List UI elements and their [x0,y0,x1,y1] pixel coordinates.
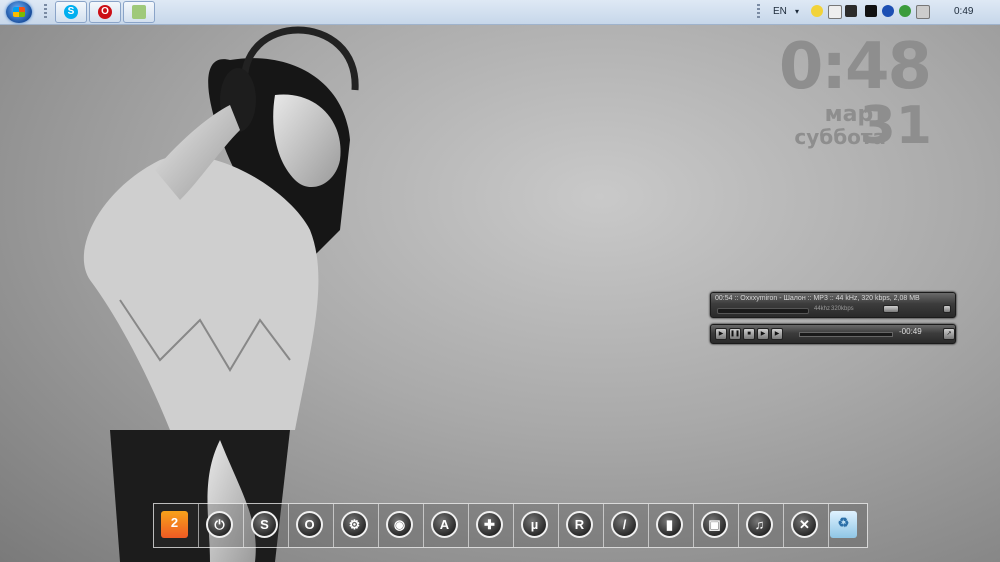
dock-item-utorrent[interactable]: µ [514,508,558,543]
dock-item-registry[interactable]: R [559,508,603,543]
start-button[interactable] [6,1,32,23]
dock-item-tools[interactable]: ✕ [784,508,828,543]
dock: 2 ⏻ S O ⚙ ◉ A ✚ µ R / ▮ ▣ ♫ ✕ ♻ [153,503,868,548]
dock-item-aimp[interactable]: A [424,508,468,543]
steam-icon[interactable] [845,5,857,17]
play-icon[interactable]: ▶ [757,328,769,340]
steam-icon: ⚙ [341,511,368,538]
dock-item-2gis[interactable]: 2 [154,508,198,543]
tray-grip[interactable] [757,4,760,20]
dock-item-power[interactable]: ⏻ [199,508,243,543]
clock-date: март суббота 31 [792,96,932,156]
equalizer-button[interactable] [883,305,899,313]
taskbar-file-manager-button[interactable] [123,1,155,23]
pause-icon[interactable]: ❚❚ [729,328,741,340]
next-icon[interactable]: ▶ [771,328,783,340]
clock-widget: 0:48 март суббота 31 [778,30,932,156]
registry-icon: R [566,511,593,538]
stop-icon[interactable]: ■ [743,328,755,340]
clock-time: 0:48 [778,30,932,104]
music-icon: ♫ [746,511,773,538]
dock-item-gamepad[interactable]: ✚ [469,508,513,543]
close-icon[interactable] [943,305,951,313]
network-icon[interactable] [916,5,930,19]
2gis-icon: 2 [161,511,188,538]
player-time-remaining: -00:49 [899,327,922,336]
norton-icon[interactable] [811,5,823,17]
clock-day: 31 [859,96,932,156]
player-samplerate: 44khz [814,306,831,312]
wallpaper-figure [83,26,359,562]
player-control-bar: ▶ ❚❚ ■ ▶ ▶ -00:49 ↗ [710,324,956,344]
prev-icon[interactable]: ▶ [715,328,727,340]
dock-item-skype[interactable]: S [244,508,288,543]
aimp-icon: A [431,511,458,538]
dock-item-book[interactable]: ▮ [649,508,693,543]
recycle-bin-icon: ♻ [830,511,857,538]
skype-icon: S [251,511,278,538]
player-track-title: 00:54 :: Oxxxymiron - Шалон :: MP3 :: 44… [715,295,920,302]
language-indicator[interactable]: EN [773,0,787,24]
dock-item-music[interactable]: ♫ [739,508,783,543]
opera-icon: O [98,5,112,19]
tools-icon: ✕ [791,511,818,538]
tray-expand-icon[interactable]: ▾ [795,0,799,24]
expand-icon[interactable]: ↗ [943,328,955,340]
windows-logo-icon [13,7,25,17]
phone-icon[interactable] [865,5,877,17]
skype-icon: S [64,5,78,19]
dock-item-recycle-bin[interactable]: ♻ [823,508,867,543]
taskbar-skype-button[interactable]: S [55,1,87,23]
opera-icon: O [296,511,323,538]
gamepad-icon: ✚ [476,511,503,538]
dock-item-opera[interactable]: O [289,508,333,543]
toolbar-grip[interactable] [44,4,47,20]
player-bitrate: 320kbps [831,306,854,312]
utorrent-icon[interactable] [899,5,911,17]
dock-item-windows[interactable]: ▣ [694,508,738,543]
usb-icon[interactable] [828,5,842,19]
player-info-bar: 00:54 :: Oxxxymiron - Шалон :: MP3 :: 44… [710,292,956,318]
dock-item-dota[interactable]: ◉ [379,508,423,543]
brush-icon: / [611,511,638,538]
taskbar-opera-button[interactable]: O [89,1,121,23]
dota-icon: ◉ [386,511,413,538]
taskbar: S O EN ▾ 0:49 [0,0,1000,25]
volume-slider[interactable] [799,332,893,337]
bluetooth-icon[interactable] [882,5,894,17]
book-icon: ▮ [656,511,683,538]
windows-icon: ▣ [701,511,728,538]
utorrent-icon: µ [521,511,548,538]
dock-item-steam[interactable]: ⚙ [334,508,378,543]
power-icon: ⏻ [206,511,233,538]
file-manager-icon [132,5,146,19]
tray-clock[interactable]: 0:49 [954,0,973,24]
player-seek-bar[interactable] [717,308,809,314]
media-player[interactable]: 00:54 :: Oxxxymiron - Шалон :: MP3 :: 44… [710,292,956,344]
dock-item-brush[interactable]: / [604,508,648,543]
